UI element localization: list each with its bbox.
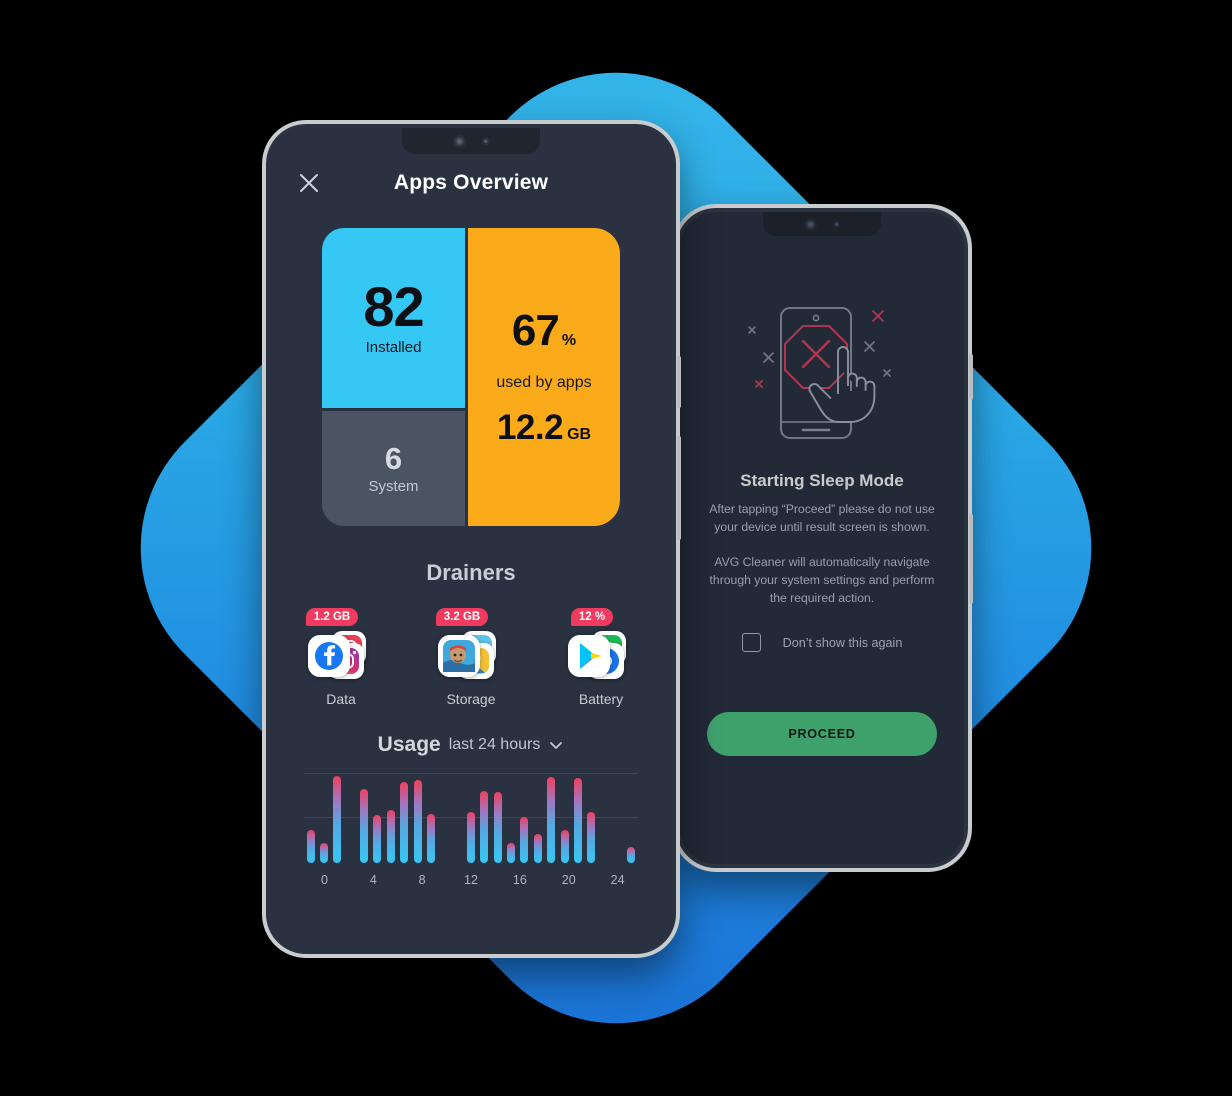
drainer-storage[interactable]: 3.2 GB Storage bbox=[434, 608, 508, 707]
dont-show-again-label: Don’t show this again bbox=[782, 635, 903, 650]
chart-bar bbox=[400, 782, 409, 863]
chart-x-tick: 20 bbox=[561, 873, 576, 887]
phone-front-side-button-1[interactable] bbox=[677, 356, 681, 408]
installed-label: Installed bbox=[365, 339, 422, 357]
usage-range-label: last 24 hours bbox=[448, 736, 541, 753]
chart-bars bbox=[304, 771, 638, 863]
chart-bar bbox=[386, 809, 395, 863]
used-by-apps-label: used by apps bbox=[496, 374, 592, 391]
close-icon[interactable] bbox=[296, 170, 322, 196]
size-row: 12.2 GB bbox=[497, 408, 591, 448]
app-bar: Apps Overview bbox=[270, 152, 672, 214]
phone-front-notch bbox=[402, 128, 540, 154]
drainers-title: Drainers bbox=[426, 560, 516, 585]
chart-bar bbox=[426, 814, 435, 863]
chart-bar bbox=[507, 842, 516, 863]
phone-front-screen: Apps Overview 82 Installed 6 System 67 %… bbox=[270, 128, 672, 950]
used-size-unit: GB bbox=[567, 426, 592, 443]
chart-bar bbox=[520, 817, 529, 863]
chart-bar bbox=[560, 829, 569, 863]
system-label: System bbox=[368, 477, 419, 495]
chart-bar bbox=[533, 833, 542, 863]
sensor-icon bbox=[832, 220, 841, 228]
chart-x-tick: 0 bbox=[320, 873, 328, 887]
drainer-storage-caption: Storage bbox=[446, 691, 496, 707]
chart-bar bbox=[373, 815, 382, 863]
phone-back-notch bbox=[763, 212, 881, 236]
chart-bar bbox=[547, 777, 556, 863]
installed-count: 82 bbox=[363, 274, 424, 338]
chart-bar bbox=[306, 829, 315, 863]
summary-cards: 82 Installed 6 System 67 % used by apps bbox=[322, 228, 620, 526]
system-count: 6 bbox=[384, 440, 403, 476]
drainer-storage-badge: 3.2 GB bbox=[435, 608, 489, 626]
chart-x-tick: 16 bbox=[512, 873, 527, 887]
drainer-data-caption: Data bbox=[326, 691, 356, 707]
dont-show-again-row[interactable]: Don’t show this again bbox=[741, 633, 903, 653]
used-percent-value: 67 bbox=[511, 306, 560, 355]
storage-used-card[interactable]: 67 % used by apps 12.2 GB bbox=[468, 228, 620, 526]
sleep-mode-paragraph-2: AVG Cleaner will automatically navigate … bbox=[709, 555, 935, 605]
usage-bar-chart bbox=[304, 771, 638, 863]
sleep-mode-title: Starting Sleep Mode bbox=[740, 471, 904, 490]
drainers-list: 1.2 GB Data 3.2 GB Storage 12 % Battery bbox=[270, 608, 672, 707]
drainer-battery-badge: 12 % bbox=[570, 608, 614, 626]
drainer-data-icons bbox=[308, 631, 374, 683]
chart-bar bbox=[587, 812, 596, 863]
percent-row: 67 % bbox=[512, 306, 576, 356]
page-title: Apps Overview bbox=[393, 171, 549, 194]
system-apps-card[interactable]: 6 System bbox=[322, 411, 465, 526]
phone-back-side-button-1[interactable] bbox=[969, 354, 973, 400]
screenshot-stage: Starting Sleep Mode After tapping “Proce… bbox=[0, 0, 1232, 1096]
chart-bar bbox=[467, 812, 475, 863]
chart-bar bbox=[320, 842, 329, 863]
drainer-data-badge: 1.2 GB bbox=[305, 608, 359, 626]
sensor-icon bbox=[481, 137, 490, 145]
phone-back-device: Starting Sleep Mode After tapping “Proce… bbox=[672, 204, 973, 872]
sleep-mode-panel: Starting Sleep Mode After tapping “Proce… bbox=[680, 212, 964, 864]
chart-bar bbox=[493, 792, 502, 863]
chart-bar bbox=[573, 778, 582, 863]
installed-apps-card[interactable]: 82 Installed bbox=[322, 228, 465, 408]
used-size-value: 12.2 bbox=[496, 408, 564, 447]
dont-show-again-checkbox[interactable] bbox=[741, 633, 761, 653]
sleep-mode-paragraph-1: After tapping “Proceed” please do not us… bbox=[709, 502, 935, 534]
drainer-battery[interactable]: 12 % Battery bbox=[564, 608, 638, 707]
usage-title: Usage bbox=[377, 733, 441, 756]
chart-bar bbox=[360, 789, 369, 863]
drainer-battery-caption: Battery bbox=[578, 691, 624, 707]
phone-back-side-button-2[interactable] bbox=[969, 514, 973, 604]
chart-x-tick: 24 bbox=[610, 873, 625, 887]
usage-header[interactable]: Usage last 24 hours bbox=[270, 733, 672, 757]
front-camera-icon bbox=[803, 217, 817, 231]
front-camera-icon bbox=[452, 134, 466, 148]
game-boom-beach-icon bbox=[438, 635, 480, 677]
google-play-icon bbox=[568, 635, 610, 677]
chart-bar bbox=[413, 780, 422, 863]
chart-x-tick: 12 bbox=[464, 873, 478, 887]
summary-cards-left: 82 Installed 6 System bbox=[322, 228, 465, 526]
phone-front-side-button-2[interactable] bbox=[677, 436, 681, 540]
phone-front-device: Apps Overview 82 Installed 6 System 67 %… bbox=[262, 120, 681, 958]
chart-x-tick: 4 bbox=[369, 873, 377, 887]
chevron-down-icon[interactable] bbox=[548, 737, 564, 753]
chart-bar bbox=[480, 791, 489, 863]
facebook-icon bbox=[308, 635, 350, 677]
chart-x-tick: 8 bbox=[418, 873, 426, 887]
used-percent-unit: % bbox=[561, 332, 577, 349]
drainer-storage-icons bbox=[438, 631, 504, 683]
drainer-battery-icons bbox=[568, 631, 634, 683]
sleep-mode-illustration bbox=[729, 296, 915, 451]
drainer-data[interactable]: 1.2 GB Data bbox=[304, 608, 378, 707]
chart-bar bbox=[333, 775, 342, 863]
chart-x-axis: 0 4 8 12 16 20 24 bbox=[300, 873, 642, 887]
chart-bar bbox=[627, 847, 636, 863]
proceed-button[interactable]: PROCEED bbox=[707, 712, 937, 757]
phone-back-screen: Starting Sleep Mode After tapping “Proce… bbox=[680, 212, 964, 864]
